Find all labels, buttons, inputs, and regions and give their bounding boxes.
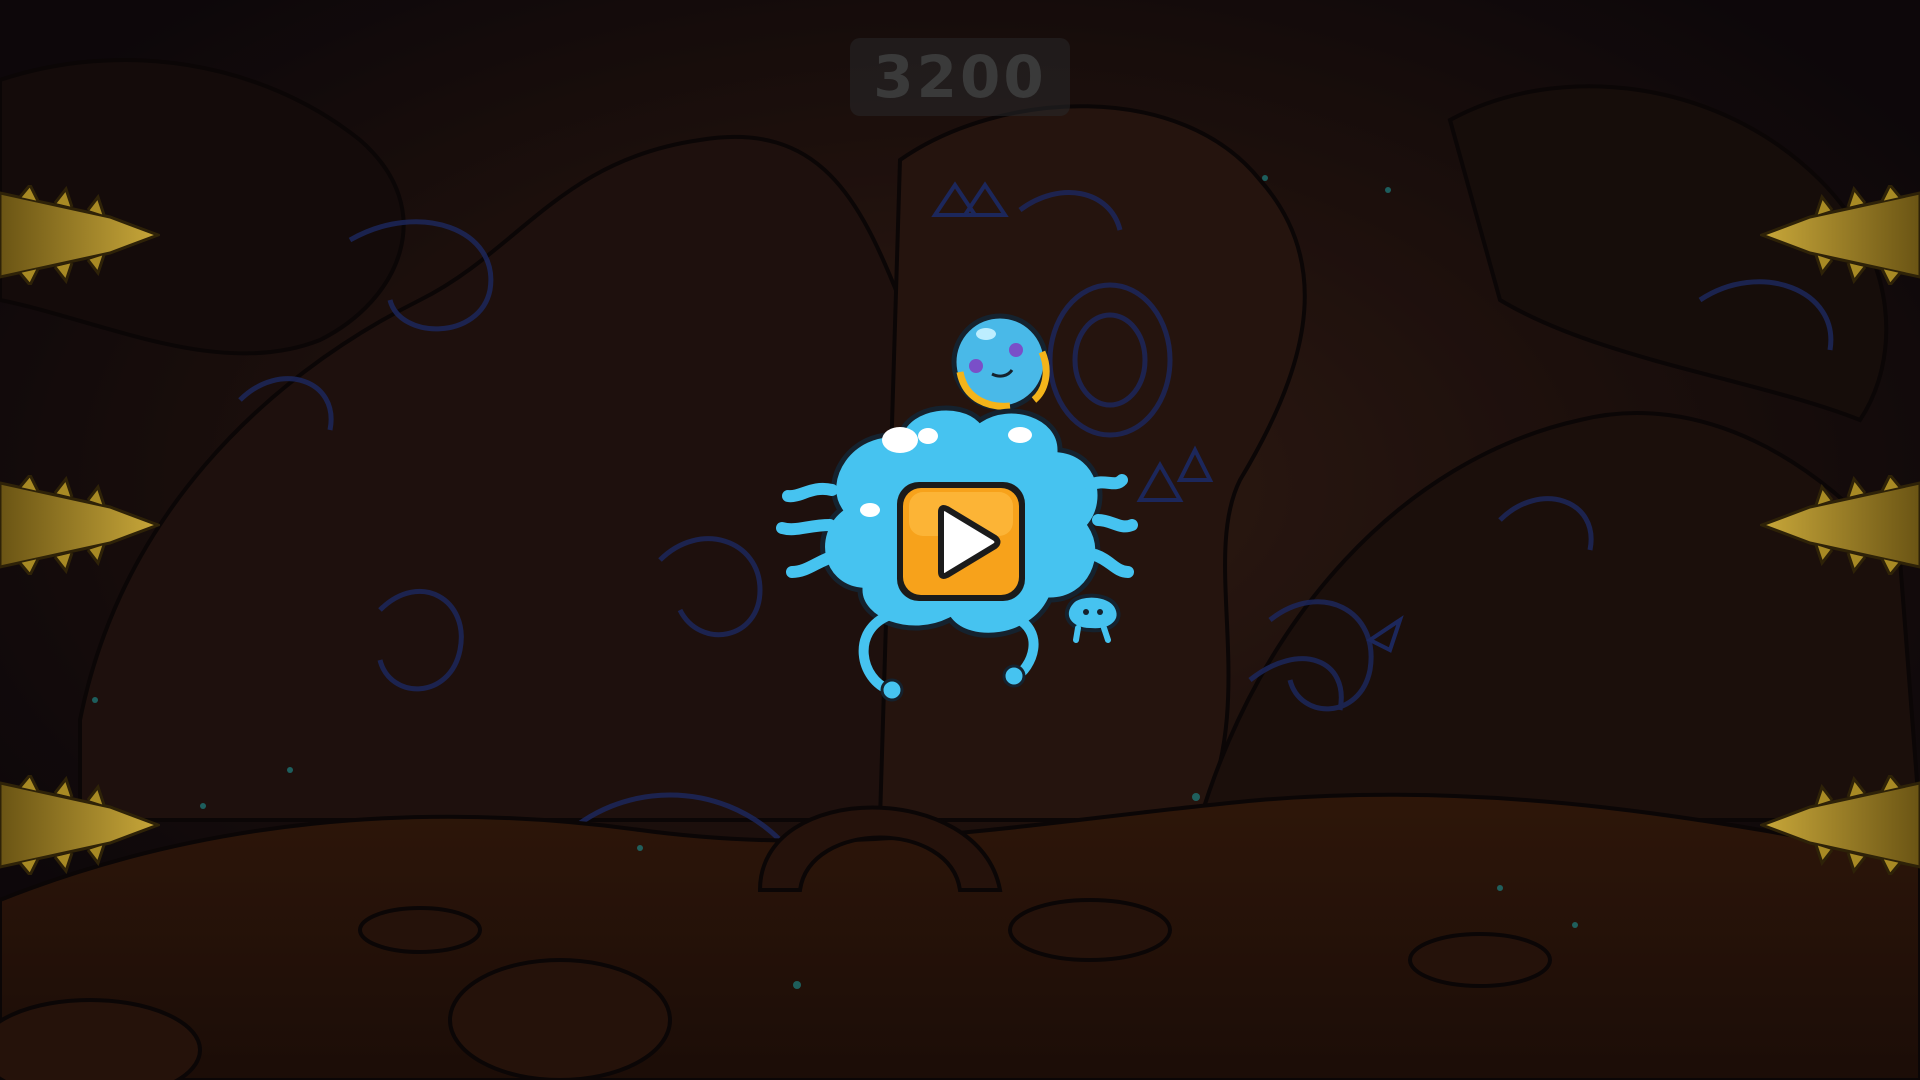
spike-hazard-left-middle	[0, 475, 160, 575]
score-display: 3200	[850, 38, 1070, 116]
spike-hazard-left-bottom	[0, 775, 160, 875]
droplet-slime	[1064, 593, 1121, 643]
spike-hazard-right-top	[1760, 185, 1920, 285]
score-value: 3200	[873, 43, 1047, 111]
spike-hazard-left-top	[0, 185, 160, 285]
play-button-graphic	[897, 482, 1025, 601]
play-button[interactable]	[893, 478, 1029, 605]
spike-hazard-right-bottom	[1760, 775, 1920, 875]
game-stage: 3200	[0, 0, 1920, 1080]
ball-slime	[951, 313, 1050, 411]
spike-hazard-right-middle	[1760, 475, 1920, 575]
